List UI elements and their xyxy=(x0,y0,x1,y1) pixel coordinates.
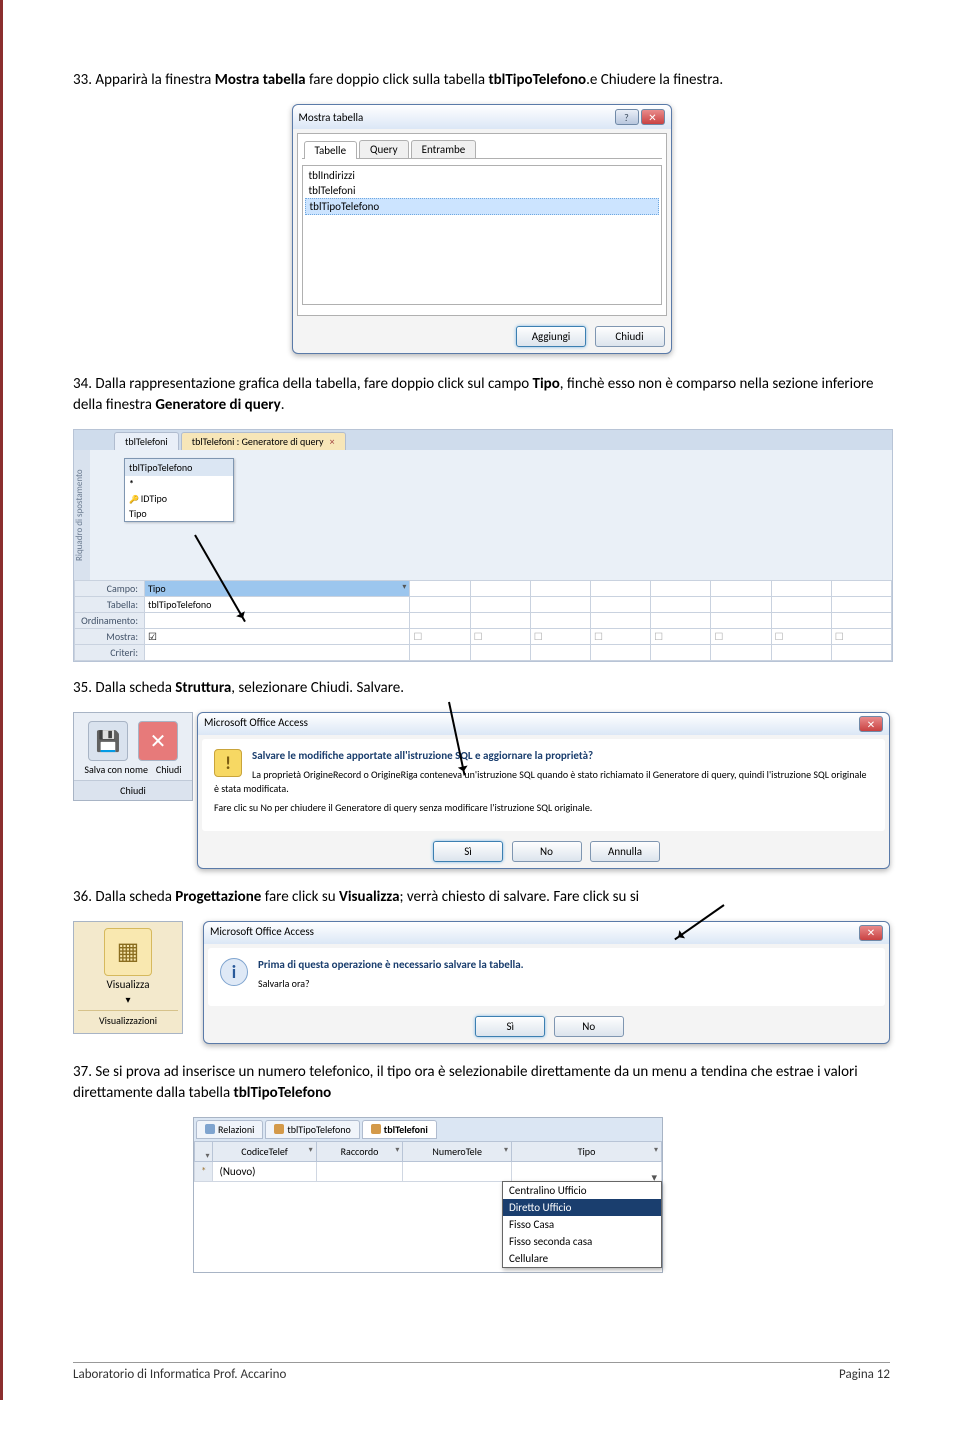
datasheet-cell[interactable] xyxy=(316,1161,403,1181)
datasheet-cell[interactable]: (Nuovo) xyxy=(213,1161,316,1181)
dropdown-option[interactable]: Cellulare xyxy=(503,1250,661,1267)
dialog-titlebar: Mostra tabella ? ✕ xyxy=(293,105,671,129)
relations-icon xyxy=(205,1124,215,1134)
footer-right: Pagina 12 xyxy=(839,1367,890,1382)
query-grid[interactable]: Campo:Tipo Tabella:tblTipoTelefono Ordin… xyxy=(74,580,892,661)
nav-pane-label: Riquadro di spostamento xyxy=(74,450,90,580)
row-selector-header xyxy=(195,1141,213,1161)
tab-query[interactable]: Query xyxy=(359,140,409,158)
dropdown-option[interactable]: Fisso Casa xyxy=(503,1216,661,1233)
list-item[interactable]: tblTelefoni xyxy=(305,183,659,198)
grid-label-tabella: Tabella: xyxy=(75,596,145,612)
dropdown-option[interactable]: Fisso seconda casa xyxy=(503,1233,661,1250)
dropdown-arrow-icon[interactable]: ▾ xyxy=(78,993,178,1006)
field-idtipo[interactable]: IDTipo xyxy=(125,491,233,506)
step-35: 35. Dalla scheda Struttura, selezionare … xyxy=(73,678,890,698)
tab-tabelle[interactable]: Tabelle xyxy=(304,141,358,159)
tipo-dropdown-list[interactable]: Centralino Ufficio Diretto Ufficio Fisso… xyxy=(502,1181,662,1268)
msgbox-title: Microsoft Office Access xyxy=(210,925,314,941)
yes-button[interactable]: Sì xyxy=(475,1016,545,1037)
ribbon-group-label: Visualizzazioni xyxy=(78,1010,178,1027)
ribbon-close-group: 💾 ✕ Salva con nome Chiudi Chiudi xyxy=(73,712,193,801)
table-box[interactable]: tblTipoTelefono * IDTipo Tipo xyxy=(124,458,234,522)
grid-label-mostra: Mostra: xyxy=(75,628,145,644)
close-label: Chiudi xyxy=(156,763,182,776)
grid-campo-cell[interactable]: Tipo xyxy=(145,580,410,596)
step-37: 37. Se si prova ad inserisce un numero t… xyxy=(73,1062,890,1103)
table-listbox[interactable]: tblIndirizzi tblTelefoni tblTipoTelefono xyxy=(302,165,662,305)
ribbon-group-label: Chiudi xyxy=(74,780,192,800)
close-button[interactable]: ✕ xyxy=(641,109,665,125)
grid-label-ordinamento: Ordinamento: xyxy=(75,612,145,628)
msgbox-heading: Prima di questa operazione è necessario … xyxy=(220,958,873,971)
list-item[interactable]: tblIndirizzi xyxy=(305,168,659,183)
table-icon xyxy=(371,1124,381,1134)
no-button[interactable]: No xyxy=(512,841,582,862)
footer-left: Laboratorio di Informatica Prof. Accarin… xyxy=(73,1367,286,1382)
info-icon: i xyxy=(220,958,248,986)
step-num: 34. xyxy=(73,375,92,393)
datasheet-cell[interactable] xyxy=(403,1161,512,1181)
save-as-icon[interactable]: 💾 xyxy=(88,721,128,761)
save-table-messagebox: Microsoft Office Access ✕ i Prima di que… xyxy=(203,921,890,1045)
dropdown-option[interactable]: Centralino Ufficio xyxy=(503,1182,661,1199)
step-num: 37. xyxy=(73,1063,92,1081)
warning-icon: ! xyxy=(214,749,242,777)
step-num: 36. xyxy=(73,888,92,906)
msgbox-title: Microsoft Office Access xyxy=(204,716,308,732)
dropdown-option-selected[interactable]: Diretto Ufficio xyxy=(503,1199,661,1216)
list-item-selected[interactable]: tblTipoTelefono xyxy=(305,198,659,215)
tab-entrambe[interactable]: Entrambe xyxy=(411,140,477,158)
step-33: 33. Apparirà la finestra Mostra tabella … xyxy=(73,70,890,90)
datasheet-tab[interactable]: tblTipoTelefono xyxy=(265,1120,359,1139)
new-row-indicator: * xyxy=(195,1161,213,1181)
msgbox-close-button[interactable]: ✕ xyxy=(859,716,883,732)
column-header[interactable]: NumeroTele xyxy=(403,1141,512,1161)
msgbox-text: Salvarla ora? xyxy=(220,977,873,991)
query-designer: tblTelefoni tblTelefoni : Generatore di … xyxy=(73,429,893,662)
msgbox-text: Fare clic su No per chiudere il Generato… xyxy=(214,801,873,815)
step-num: 35. xyxy=(73,679,92,697)
msgbox-text: La proprietà OrigineRecord o OrigineRiga… xyxy=(214,768,873,795)
field-star[interactable]: * xyxy=(125,476,233,491)
close-icon[interactable]: ✕ xyxy=(138,721,178,761)
field-tipo[interactable]: Tipo xyxy=(125,506,233,521)
add-button[interactable]: Aggiungi xyxy=(516,326,586,347)
cancel-button[interactable]: Annulla xyxy=(590,841,660,862)
tab-close-icon[interactable]: × xyxy=(330,435,335,448)
grid-label-campo: Campo: xyxy=(75,580,145,596)
ribbon-view-group: ▦ Visualizza ▾ Visualizzazioni xyxy=(73,921,183,1034)
grid-tabella-cell[interactable]: tblTipoTelefono xyxy=(145,596,410,612)
column-header[interactable]: Tipo xyxy=(512,1141,662,1161)
column-header[interactable]: Raccordo xyxy=(316,1141,403,1161)
dialog-title: Mostra tabella xyxy=(299,111,364,124)
grid-label-criteri: Criteri: xyxy=(75,644,145,660)
step-num: 33. xyxy=(73,71,92,89)
datasheet-tab-active[interactable]: tblTelefoni xyxy=(362,1120,437,1139)
column-header[interactable]: CodiceTelef xyxy=(213,1141,316,1161)
close-dialog-button[interactable]: Chiudi xyxy=(595,326,665,347)
show-checkbox[interactable] xyxy=(145,628,410,644)
designer-tab-active[interactable]: tblTelefoni : Generatore di query× xyxy=(181,432,346,450)
datasheet-grid[interactable]: CodiceTelef Raccordo NumeroTele Tipo * (… xyxy=(194,1141,662,1182)
show-table-dialog: Mostra tabella ? ✕ Tabelle Query Entramb… xyxy=(292,104,672,354)
help-button[interactable]: ? xyxy=(615,109,639,125)
msgbox-heading: Salvare le modifiche apportate all'istru… xyxy=(214,749,873,762)
msgbox-close-button[interactable]: ✕ xyxy=(859,925,883,941)
step-34: 34. Dalla rappresentazione grafica della… xyxy=(73,374,890,415)
step-36: 36. Dalla scheda Progettazione fare clic… xyxy=(73,887,890,907)
save-sql-messagebox: Microsoft Office Access ✕ ! Salvare le m… xyxy=(197,712,890,869)
view-icon[interactable]: ▦ xyxy=(104,928,152,976)
yes-button[interactable]: Sì xyxy=(433,841,503,862)
no-button[interactable]: No xyxy=(554,1016,624,1037)
table-icon xyxy=(274,1124,284,1134)
datasheet-tab-relazioni[interactable]: Relazioni xyxy=(196,1120,263,1139)
view-label[interactable]: Visualizza xyxy=(78,978,178,991)
save-as-label: Salva con nome xyxy=(84,763,148,776)
tipo-dropdown-cell[interactable]: Centralino Ufficio Diretto Ufficio Fisso… xyxy=(512,1161,662,1181)
designer-tab[interactable]: tblTelefoni xyxy=(114,432,179,450)
datasheet-view: Relazioni tblTipoTelefono tblTelefoni Co… xyxy=(193,1117,663,1273)
page-footer: Laboratorio di Informatica Prof. Accarin… xyxy=(73,1362,890,1382)
table-box-header: tblTipoTelefono xyxy=(125,459,233,476)
